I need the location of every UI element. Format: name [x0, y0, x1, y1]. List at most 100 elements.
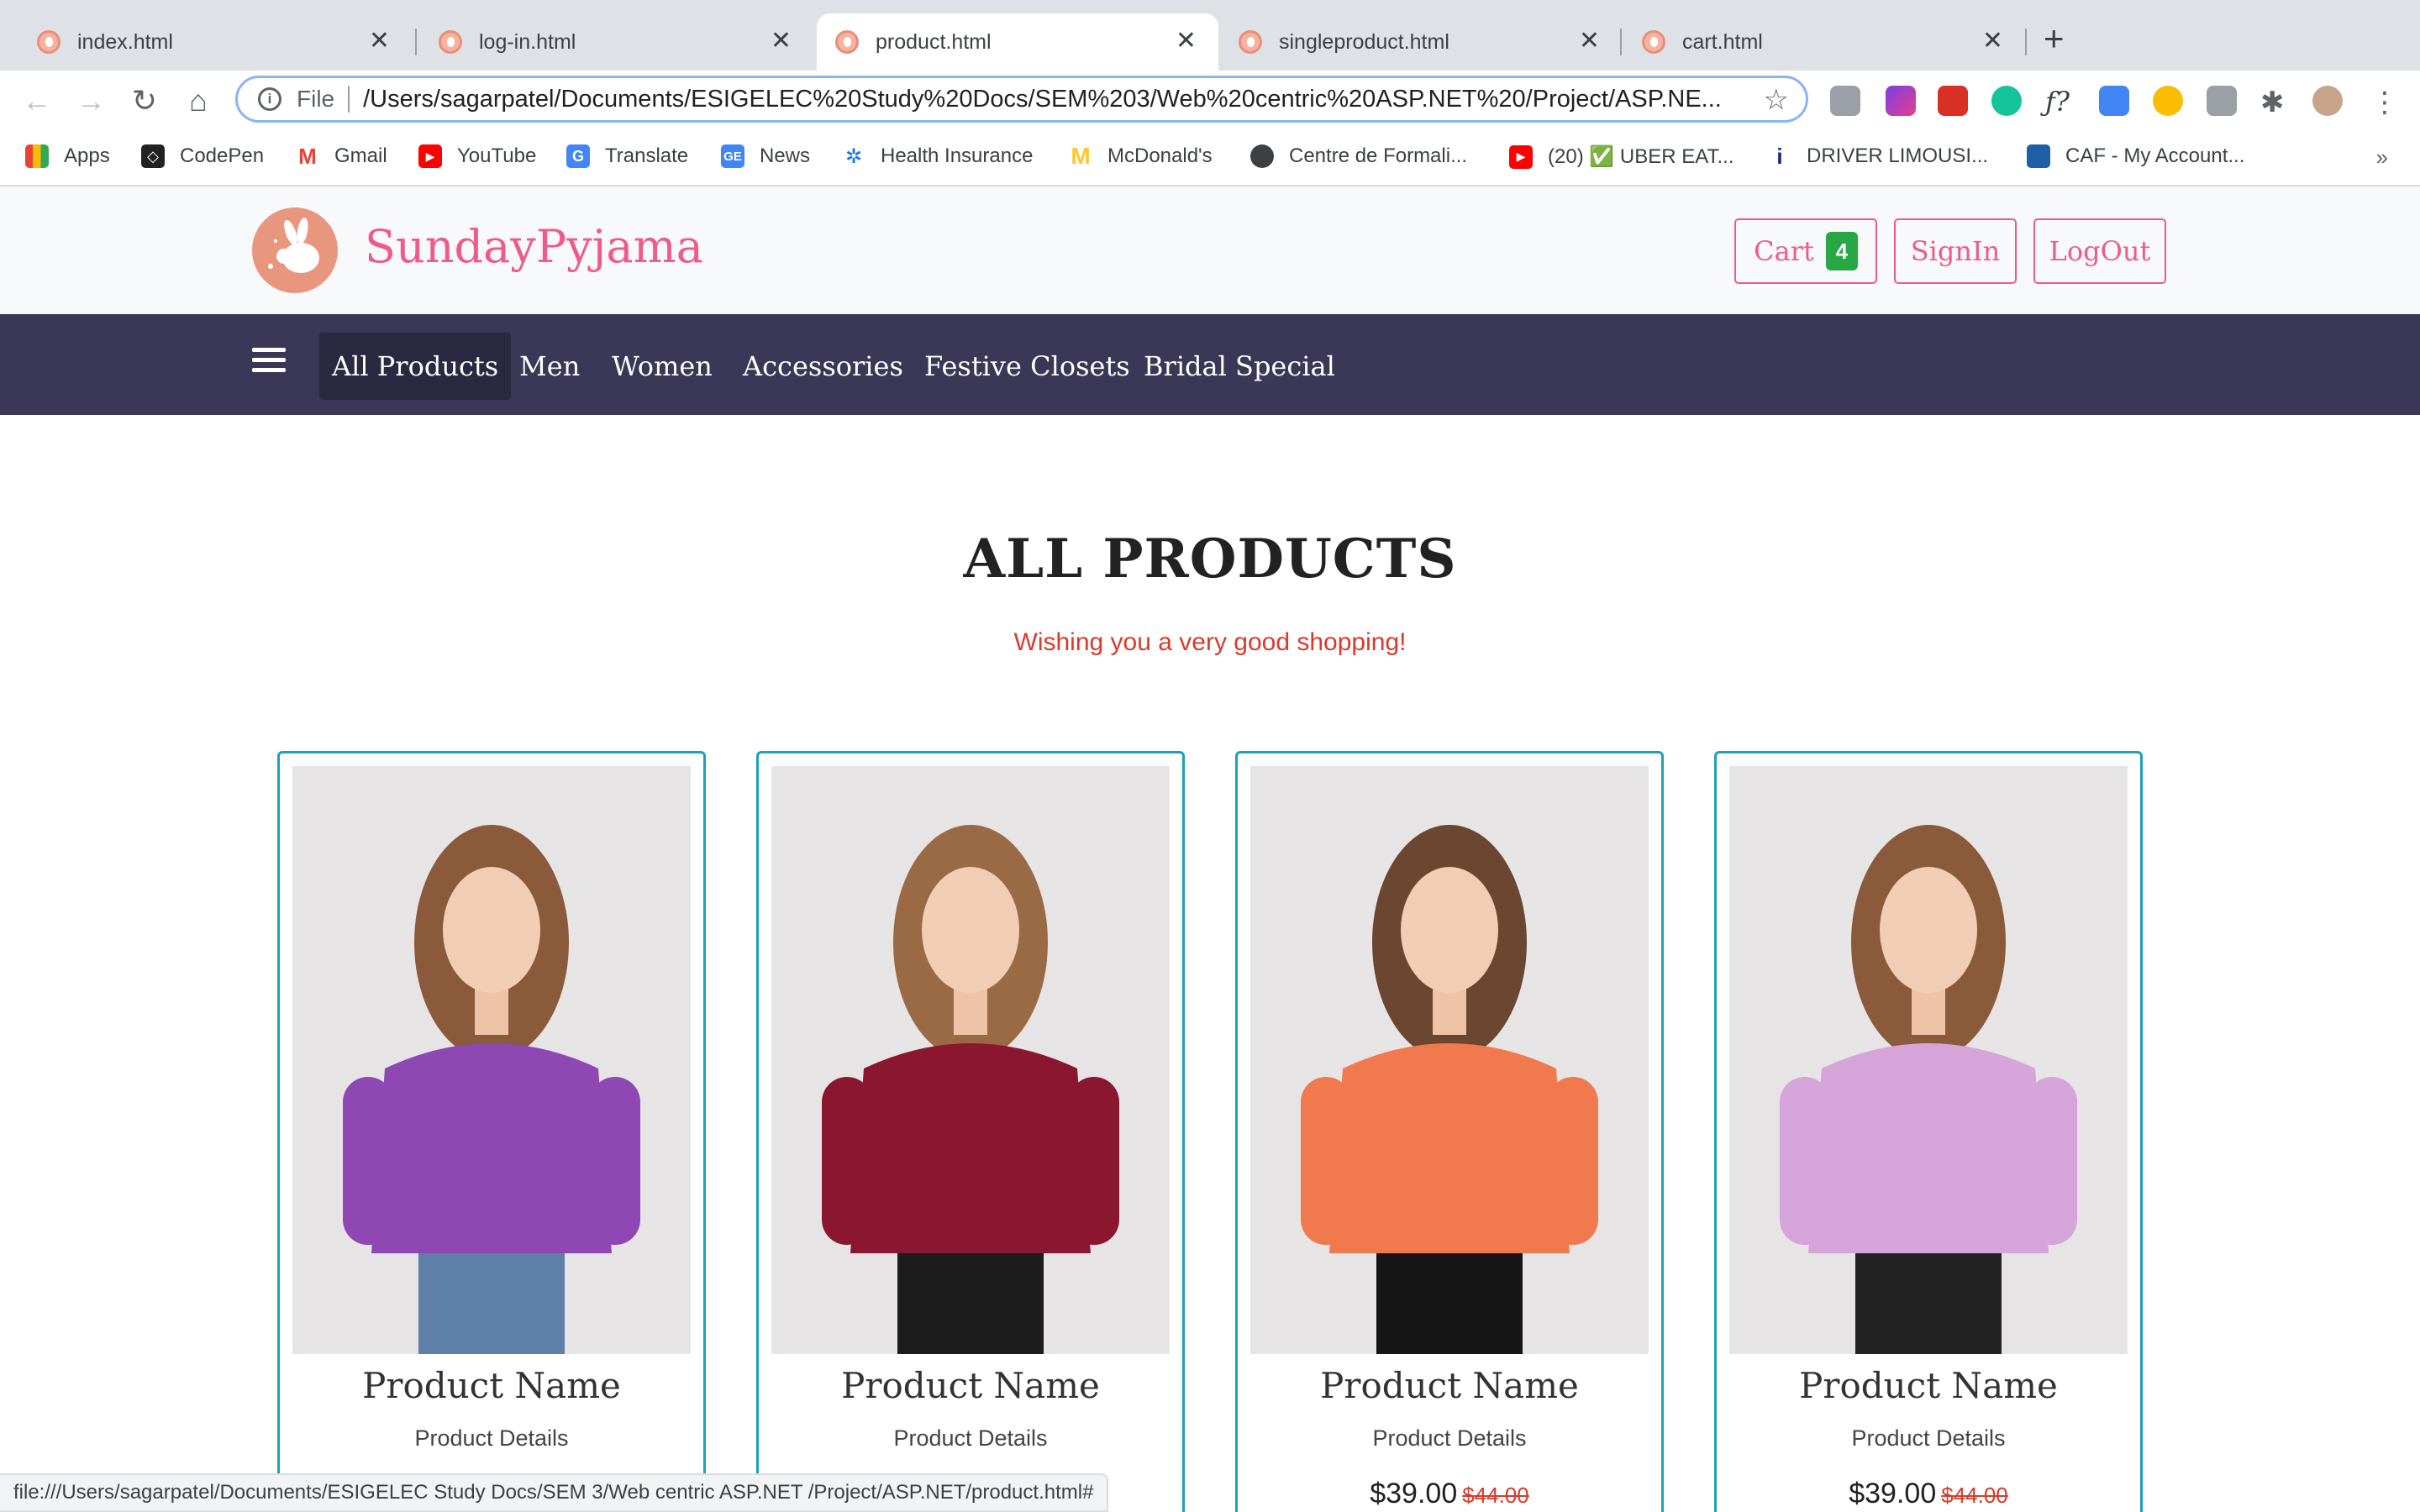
product-card[interactable]: Product Name Product Details $39.00 $44.0…	[1714, 751, 2143, 1512]
bookmark-gmail[interactable]: M Gmail	[296, 144, 387, 169]
product-name[interactable]: Product Name	[280, 1365, 703, 1406]
product-card[interactable]: Product Name Product Details	[756, 751, 1185, 1512]
product-details: Product Details	[893, 1425, 1048, 1451]
address-bar[interactable]: i File /Users/sagarpatel/Documents/ESIGE…	[235, 76, 1808, 123]
cart-button[interactable]: Cart 4	[1734, 218, 1877, 284]
current-price: $39.00	[1370, 1478, 1458, 1509]
bookmark-centre-de-formalites[interactable]: Centre de Formali...	[1250, 144, 1467, 168]
site-favicon-icon	[439, 30, 462, 54]
font-finder-icon[interactable]: ƒ?	[2045, 86, 2075, 118]
product-card[interactable]: Product Name Product Details $39.00 $44.0…	[1235, 751, 1664, 1512]
home-icon[interactable]: ⌂	[178, 81, 218, 121]
product-image[interactable]	[771, 766, 1170, 1354]
profile-avatar[interactable]	[2312, 86, 2343, 116]
tab-separator	[2025, 29, 2027, 55]
bookmark-apps[interactable]: Apps	[25, 144, 110, 168]
bookmark-caf[interactable]: CAF - My Account...	[2027, 144, 2244, 168]
bookmark-extension-icon[interactable]	[1938, 86, 1968, 116]
tab-title: singleproduct.html	[1279, 29, 1449, 54]
extension-icon[interactable]	[2207, 86, 2237, 116]
news-icon: GE	[721, 144, 744, 168]
tab-close-icon[interactable]: ✕	[1579, 29, 1600, 54]
reload-icon[interactable]: ↻	[124, 81, 165, 121]
page-title: ALL PRODUCTS	[963, 528, 1457, 591]
bookmark-uber-eats[interactable]: ▶ (20) ✅ UBER EAT...	[1509, 144, 1733, 169]
grammarly-icon[interactable]	[1991, 86, 2022, 116]
bookmarks-overflow-chevron-icon[interactable]: »	[2376, 144, 2388, 171]
nav-men[interactable]: Men	[507, 333, 592, 400]
bookmark-label: McDonald's	[1107, 144, 1213, 167]
site-info-icon[interactable]: i	[258, 87, 281, 111]
lightbulb-extension-icon[interactable]	[2153, 86, 2183, 116]
bookmark-news[interactable]: GE News	[721, 144, 810, 168]
original-price: $44.00	[1462, 1483, 1529, 1508]
camera-extension-icon[interactable]	[1830, 86, 1860, 116]
product-name[interactable]: Product Name	[1717, 1365, 2140, 1406]
globe-icon	[1250, 144, 1274, 168]
nav-festive-closets[interactable]: Festive Closets	[912, 333, 1143, 400]
bookmark-label: CodePen	[180, 144, 265, 167]
tab-close-icon[interactable]: ✕	[369, 29, 390, 54]
bookmark-label: (20) ✅ UBER EAT...	[1548, 145, 1734, 168]
address-url[interactable]: /Users/sagarpatel/Documents/ESIGELEC%20S…	[363, 86, 1741, 113]
tab-close-icon[interactable]: ✕	[1982, 29, 2003, 54]
notion-extension-icon[interactable]	[1886, 86, 1916, 116]
browser-menu-kebab-icon[interactable]: ⋮	[2370, 86, 2400, 118]
google-translate-extension-icon[interactable]	[2099, 86, 2129, 116]
hamburger-menu-icon[interactable]	[252, 348, 286, 381]
signin-button[interactable]: SignIn	[1894, 218, 2017, 284]
logout-button[interactable]: LogOut	[2033, 218, 2166, 284]
site-favicon-icon	[1239, 30, 1262, 54]
info-icon: i	[1768, 144, 1791, 169]
bookmark-label: YouTube	[457, 144, 537, 167]
tab-close-icon[interactable]: ✕	[1176, 29, 1197, 54]
tab-index[interactable]: index.html ✕	[0, 13, 412, 71]
bookmark-label: Apps	[64, 144, 110, 167]
bookmark-health-insurance[interactable]: ✲ Health Insurance	[842, 144, 1033, 168]
product-details: Product Details	[1372, 1425, 1527, 1451]
tab-log-in[interactable]: log-in.html ✕	[402, 13, 813, 71]
product-name[interactable]: Product Name	[759, 1365, 1182, 1406]
nav-accessories[interactable]: Accessories	[730, 333, 916, 400]
forward-arrow-icon[interactable]: →	[71, 81, 111, 121]
product-image[interactable]	[1729, 766, 2128, 1354]
apps-grid-icon	[25, 144, 49, 168]
bookmark-codepen[interactable]: ◇ CodePen	[141, 144, 264, 168]
bunny-logo-icon[interactable]	[252, 207, 338, 293]
puzzle-extensions-icon[interactable]: ✱	[2260, 86, 2291, 118]
product-name[interactable]: Product Name	[1238, 1365, 1661, 1406]
bookmark-youtube[interactable]: ▶ YouTube	[418, 144, 536, 168]
bookmark-driver-limousine[interactable]: i DRIVER LIMOUSI...	[1768, 144, 1988, 169]
bookmark-label: CAF - My Account...	[2065, 144, 2245, 167]
tab-title: log-in.html	[479, 29, 576, 54]
product-image[interactable]	[292, 766, 691, 1354]
tab-title: index.html	[77, 29, 173, 54]
product-card[interactable]: Product Name Product Details	[277, 751, 706, 1512]
product-image[interactable]	[1250, 766, 1649, 1354]
bookmark-star-icon[interactable]: ☆	[1764, 83, 1789, 117]
bookmark-translate[interactable]: G Translate	[566, 144, 688, 168]
nav-women[interactable]: Women	[599, 333, 725, 400]
bookmark-mcdonalds[interactable]: M McDonald's	[1069, 143, 1213, 169]
tab-title: product.html	[876, 29, 992, 54]
tab-close-icon[interactable]: ✕	[771, 29, 792, 54]
site-favicon-icon	[37, 30, 60, 54]
category-navbar: All Products Men Women Accessories Festi…	[0, 314, 2420, 415]
tab-singleproduct[interactable]: singleproduct.html ✕	[1218, 13, 1622, 71]
mcdonalds-icon: M	[1069, 143, 1092, 169]
new-tab-plus-icon[interactable]: +	[2044, 21, 2065, 56]
page-subtitle: Wishing you a very good shopping!	[1013, 628, 1407, 656]
tab-cart[interactable]: cart.html ✕	[1622, 13, 2025, 71]
nav-all-products[interactable]: All Products	[319, 333, 512, 400]
bookmark-label: Translate	[605, 144, 689, 167]
youtube-icon: ▶	[1509, 144, 1533, 169]
tab-title: cart.html	[1682, 29, 1763, 54]
cart-label: Cart	[1754, 235, 1814, 267]
browser-toolbar: ← → ↻ ⌂ i File /Users/sagarpatel/Documen…	[0, 71, 2420, 131]
translate-icon: G	[566, 144, 590, 168]
nav-bridal-special[interactable]: Bridal Special	[1131, 333, 1348, 400]
brand-name[interactable]: SundayPyjama	[365, 220, 703, 273]
tab-product[interactable]: product.html ✕	[817, 13, 1218, 71]
health-insurance-icon: ✲	[842, 144, 865, 168]
back-arrow-icon[interactable]: ←	[17, 81, 57, 121]
